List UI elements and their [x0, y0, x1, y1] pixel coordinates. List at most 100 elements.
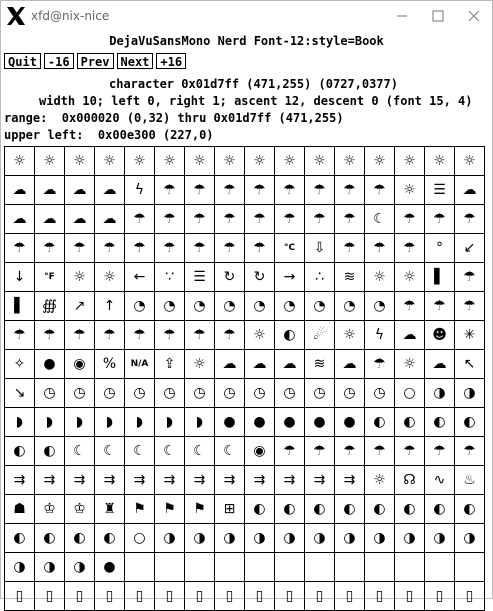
glyph-cell[interactable]: ϟ [365, 321, 395, 350]
glyph-cell[interactable]: ◷ [35, 379, 65, 408]
glyph-cell[interactable]: ◑ [365, 524, 395, 553]
glyph-cell[interactable]: ☼ [65, 263, 95, 292]
glyph-cell[interactable]: ☼ [365, 147, 395, 176]
glyph-cell[interactable]: ♔ [35, 495, 65, 524]
glyph-cell[interactable]: ◷ [65, 379, 95, 408]
glyph-cell[interactable]: ☂ [185, 176, 215, 205]
glyph-cell[interactable]: ☁ [335, 350, 365, 379]
glyph-cell[interactable]: ◐ [65, 524, 95, 553]
glyph-cell[interactable]: ● [35, 350, 65, 379]
glyph-cell[interactable] [425, 553, 455, 582]
glyph-cell[interactable]: ☂ [215, 205, 245, 234]
glyph-cell[interactable]: ☂ [185, 234, 215, 263]
glyph-cell[interactable]: ∰ [35, 292, 65, 321]
glyph-cell[interactable]: °C [275, 234, 305, 263]
glyph-cell[interactable]: ◔ [335, 292, 365, 321]
glyph-cell[interactable]: ◑ [305, 524, 335, 553]
glyph-cell[interactable]: ☂ [155, 205, 185, 234]
glyph-cell[interactable]: ◔ [185, 292, 215, 321]
glyph-cell[interactable]: ☾ [65, 437, 95, 466]
glyph-cell[interactable]: ☼ [185, 350, 215, 379]
glyph-cell[interactable]: ☂ [425, 292, 455, 321]
glyph-cell[interactable]: ▯ [125, 582, 155, 611]
glyph-cell[interactable]: ▯ [35, 582, 65, 611]
glyph-cell[interactable]: ∴ [305, 263, 335, 292]
glyph-cell[interactable]: ☼ [215, 147, 245, 176]
glyph-cell[interactable]: ◑ [65, 553, 95, 582]
glyph-cell[interactable]: ☼ [305, 147, 335, 176]
glyph-cell[interactable]: ☄ [305, 321, 335, 350]
glyph-cell[interactable]: ☂ [335, 234, 365, 263]
glyph-cell[interactable]: ☂ [185, 205, 215, 234]
glyph-cell[interactable]: ◐ [455, 408, 485, 437]
glyph-cell[interactable]: ⊞ [215, 495, 245, 524]
glyph-cell[interactable]: ☁ [95, 205, 125, 234]
glyph-cell[interactable]: ↖ [455, 350, 485, 379]
glyph-cell[interactable]: ▯ [335, 582, 365, 611]
glyph-cell[interactable]: ☼ [395, 263, 425, 292]
glyph-cell[interactable]: ▯ [155, 582, 185, 611]
glyph-cell[interactable]: ↓ [5, 263, 35, 292]
glyph-cell[interactable]: ▯ [275, 582, 305, 611]
glyph-cell[interactable]: ◗ [5, 408, 35, 437]
glyph-cell[interactable]: ◷ [95, 379, 125, 408]
glyph-cell[interactable]: ◔ [245, 292, 275, 321]
glyph-cell[interactable]: ☼ [95, 147, 125, 176]
glyph-cell[interactable]: ☂ [305, 176, 335, 205]
glyph-cell[interactable]: ⇉ [275, 466, 305, 495]
glyph-cell[interactable]: ◷ [275, 379, 305, 408]
glyph-cell[interactable]: ☂ [365, 234, 395, 263]
glyph-cell[interactable]: ☾ [125, 437, 155, 466]
glyph-cell[interactable]: ☁ [455, 176, 485, 205]
glyph-cell[interactable]: ◗ [35, 408, 65, 437]
glyph-cell[interactable]: ☂ [425, 437, 455, 466]
glyph-cell[interactable]: ☼ [155, 147, 185, 176]
glyph-cell[interactable] [365, 553, 395, 582]
glyph-cell[interactable]: ● [335, 408, 365, 437]
glyph-cell[interactable]: ◑ [395, 524, 425, 553]
glyph-cell[interactable]: ▌ [5, 292, 35, 321]
glyph-cell[interactable]: ◑ [455, 379, 485, 408]
glyph-cell[interactable]: ☼ [365, 466, 395, 495]
glyph-cell[interactable]: ◐ [5, 437, 35, 466]
glyph-cell[interactable]: ▯ [215, 582, 245, 611]
glyph-cell[interactable]: ☂ [455, 292, 485, 321]
glyph-cell[interactable]: ☂ [155, 321, 185, 350]
glyph-cell[interactable]: ☁ [395, 321, 425, 350]
glyph-cell[interactable]: ⇉ [305, 466, 335, 495]
glyph-cell[interactable]: ◐ [245, 495, 275, 524]
glyph-cell[interactable]: ☁ [245, 350, 275, 379]
glyph-cell[interactable]: ☼ [35, 147, 65, 176]
glyph-cell[interactable]: ☂ [395, 437, 425, 466]
glyph-cell[interactable]: ☂ [455, 437, 485, 466]
glyph-cell[interactable]: ↙ [455, 234, 485, 263]
glyph-cell[interactable]: ☂ [95, 321, 125, 350]
glyph-cell[interactable]: ☼ [65, 147, 95, 176]
glyph-cell[interactable]: ◉ [245, 437, 275, 466]
glyph-cell[interactable]: ☂ [155, 176, 185, 205]
glyph-cell[interactable]: ☂ [245, 176, 275, 205]
glyph-cell[interactable]: ◉ [65, 350, 95, 379]
glyph-cell[interactable]: ◔ [155, 292, 185, 321]
glyph-cell[interactable]: ↻ [215, 263, 245, 292]
glyph-cell[interactable]: ♨ [455, 466, 485, 495]
glyph-cell[interactable]: ◑ [215, 524, 245, 553]
glyph-cell[interactable]: ◑ [245, 524, 275, 553]
glyph-cell[interactable]: ☻ [425, 321, 455, 350]
glyph-cell[interactable]: ◑ [5, 553, 35, 582]
glyph-cell[interactable] [155, 553, 185, 582]
glyph-cell[interactable]: ☂ [365, 176, 395, 205]
close-button[interactable] [456, 1, 492, 31]
glyph-cell[interactable]: ☂ [215, 321, 245, 350]
glyph-cell[interactable]: ☰ [185, 263, 215, 292]
glyph-cell[interactable]: → [275, 263, 305, 292]
glyph-cell[interactable]: ☼ [335, 147, 365, 176]
glyph-cell[interactable]: ☂ [65, 321, 95, 350]
glyph-cell[interactable]: ☼ [245, 147, 275, 176]
glyph-cell[interactable]: ▯ [455, 582, 485, 611]
glyph-cell[interactable]: ● [215, 408, 245, 437]
glyph-cell[interactable]: ☁ [65, 205, 95, 234]
glyph-cell[interactable]: ☂ [335, 205, 365, 234]
glyph-cell[interactable]: ◷ [215, 379, 245, 408]
glyph-cell[interactable]: ◐ [425, 495, 455, 524]
